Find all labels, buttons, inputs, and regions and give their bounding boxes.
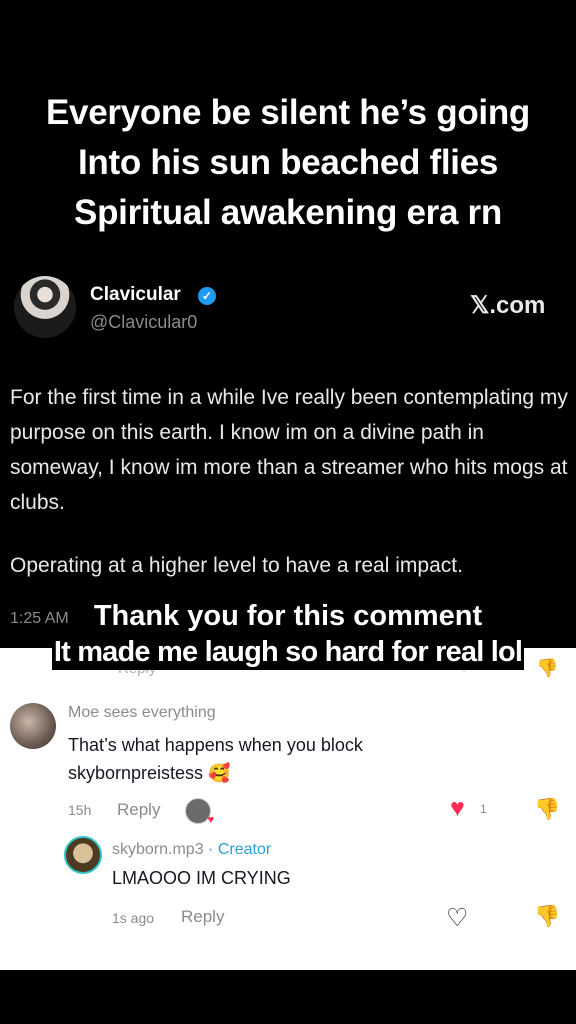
- verified-badge-icon: ✓: [198, 287, 216, 305]
- creator-badge: · Creator: [208, 841, 272, 858]
- comment-avatar[interactable]: [10, 703, 56, 749]
- comment-timestamp: 15h: [68, 802, 92, 818]
- tweet-paragraph-1: For the first time in a while Ive really…: [10, 386, 568, 514]
- tweet-body: For the first time in a while Ive really…: [10, 380, 570, 583]
- reply-username[interactable]: skyborn.mp3 · Creator: [112, 841, 271, 859]
- overlay-caption: Thank you for this comment It made me la…: [0, 598, 576, 670]
- reply-text: LMAOOO IM CRYING: [112, 868, 291, 888]
- dislike-icon[interactable]: 👎: [534, 905, 560, 929]
- tweet-avatar: [14, 276, 76, 338]
- heart-icon[interactable]: ♡: [446, 903, 468, 933]
- x-logo-icon: 𝕏.com: [470, 292, 546, 319]
- overlay-line-2: It made me laugh so hard for real lol: [51, 634, 525, 670]
- comment-username[interactable]: Moe sees everything: [68, 704, 216, 722]
- reply-button[interactable]: Reply: [181, 907, 224, 927]
- caption-line-3: Spiritual awakening era rn: [74, 193, 502, 232]
- caption-line-1: Everyone be silent he’s going: [45, 93, 531, 132]
- reply-button[interactable]: Reply: [117, 800, 160, 820]
- tweet-user-name: Clavicular: [90, 284, 181, 305]
- overlay-line-1: Thank you for this comment: [93, 600, 483, 632]
- tweet-paragraph-2: Operating at a higher level to have a re…: [10, 554, 463, 577]
- reply-avatar[interactable]: [64, 836, 102, 874]
- reply-username-text[interactable]: skyborn.mp3: [112, 841, 204, 858]
- smiling-hearts-emoji: 🥰: [208, 763, 231, 783]
- like-count: 1: [480, 802, 487, 816]
- creator-liked-icon: ♥: [185, 798, 214, 826]
- reply-timestamp: 1s ago: [112, 910, 155, 926]
- caption-line-2: Into his sun beached flies: [77, 143, 499, 182]
- video-caption: Everyone be silent he’s going Into his s…: [0, 88, 576, 238]
- comment-text: That’s what happens when you block skybo…: [68, 731, 488, 787]
- heart-icon[interactable]: ♥: [450, 794, 465, 823]
- tweet-user-handle: @Clavicular0: [90, 312, 198, 332]
- dislike-icon[interactable]: 👎: [534, 798, 560, 822]
